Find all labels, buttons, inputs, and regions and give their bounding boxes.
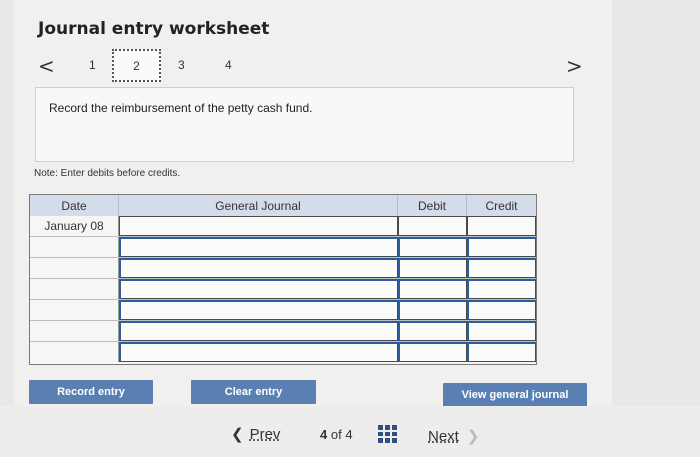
record-entry-button[interactable]: Record entry <box>29 380 153 404</box>
row-divider <box>30 320 536 321</box>
row-divider <box>30 257 536 258</box>
credit-input[interactable] <box>467 258 536 278</box>
step-4[interactable]: 4 <box>225 58 232 72</box>
prev-step-arrow[interactable]: < <box>38 54 55 78</box>
row-divider <box>30 236 536 237</box>
header-debit: Debit <box>398 195 467 216</box>
chevron-left-icon: ❮ <box>231 426 244 443</box>
date-cell: January 08 <box>30 216 119 236</box>
instruction-text: Record the reimbursement of the petty ca… <box>49 101 313 115</box>
date-cell <box>30 258 119 278</box>
worksheet-title: Journal entry worksheet <box>38 19 270 39</box>
header-date: Date <box>30 195 119 216</box>
clear-entry-button[interactable]: Clear entry <box>191 380 316 404</box>
step-3[interactable]: 3 <box>178 58 185 72</box>
date-cell <box>30 342 119 362</box>
header-general-journal: General Journal <box>119 195 398 216</box>
total-pages: 4 <box>345 427 353 442</box>
debit-input[interactable] <box>398 216 467 236</box>
view-general-journal-button[interactable]: View general journal <box>443 383 587 407</box>
debit-input[interactable] <box>398 342 467 362</box>
credit-input[interactable] <box>467 279 536 299</box>
page-indicator: 4 of 4 <box>320 427 353 442</box>
date-cell <box>30 279 119 299</box>
row-divider <box>30 299 536 300</box>
next-step-arrow[interactable]: > <box>566 54 583 78</box>
credit-input[interactable] <box>467 216 536 236</box>
step-2-label: 2 <box>133 58 140 73</box>
account-input[interactable] <box>119 216 398 236</box>
date-cell <box>30 300 119 320</box>
prev-label: Prev <box>249 426 281 443</box>
account-input[interactable] <box>119 258 398 278</box>
account-input[interactable] <box>119 342 398 362</box>
account-input[interactable] <box>119 300 398 320</box>
note-text: Note: Enter debits before credits. <box>34 168 181 179</box>
current-page: 4 <box>320 427 328 442</box>
debit-input[interactable] <box>398 321 467 341</box>
debit-input[interactable] <box>398 300 467 320</box>
journal-table: Date General Journal Debit Credit Januar… <box>29 194 537 365</box>
row-divider <box>30 278 536 279</box>
date-cell <box>30 237 119 257</box>
prev-page-link[interactable]: ❮ Prev <box>231 425 280 443</box>
credit-input[interactable] <box>467 237 536 257</box>
credit-input[interactable] <box>467 342 536 362</box>
account-input[interactable] <box>119 237 398 257</box>
debit-input[interactable] <box>398 258 467 278</box>
row-divider <box>30 341 536 342</box>
step-1[interactable]: 1 <box>89 58 96 72</box>
debit-input[interactable] <box>398 237 467 257</box>
credit-input[interactable] <box>467 321 536 341</box>
date-cell <box>30 321 119 341</box>
page-of: of <box>330 427 342 442</box>
header-credit: Credit <box>467 195 536 216</box>
credit-input[interactable] <box>467 300 536 320</box>
instruction-box: Record the reimbursement of the petty ca… <box>35 87 574 162</box>
chevron-right-icon: ❯ <box>466 428 480 445</box>
account-input[interactable] <box>119 321 398 341</box>
next-label: Next <box>428 428 459 445</box>
account-input[interactable] <box>119 279 398 299</box>
next-page-link[interactable]: Next ❯ <box>428 427 479 445</box>
debit-input[interactable] <box>398 279 467 299</box>
grid-icon[interactable] <box>378 425 397 443</box>
step-2-selected[interactable]: 2 <box>112 49 161 82</box>
